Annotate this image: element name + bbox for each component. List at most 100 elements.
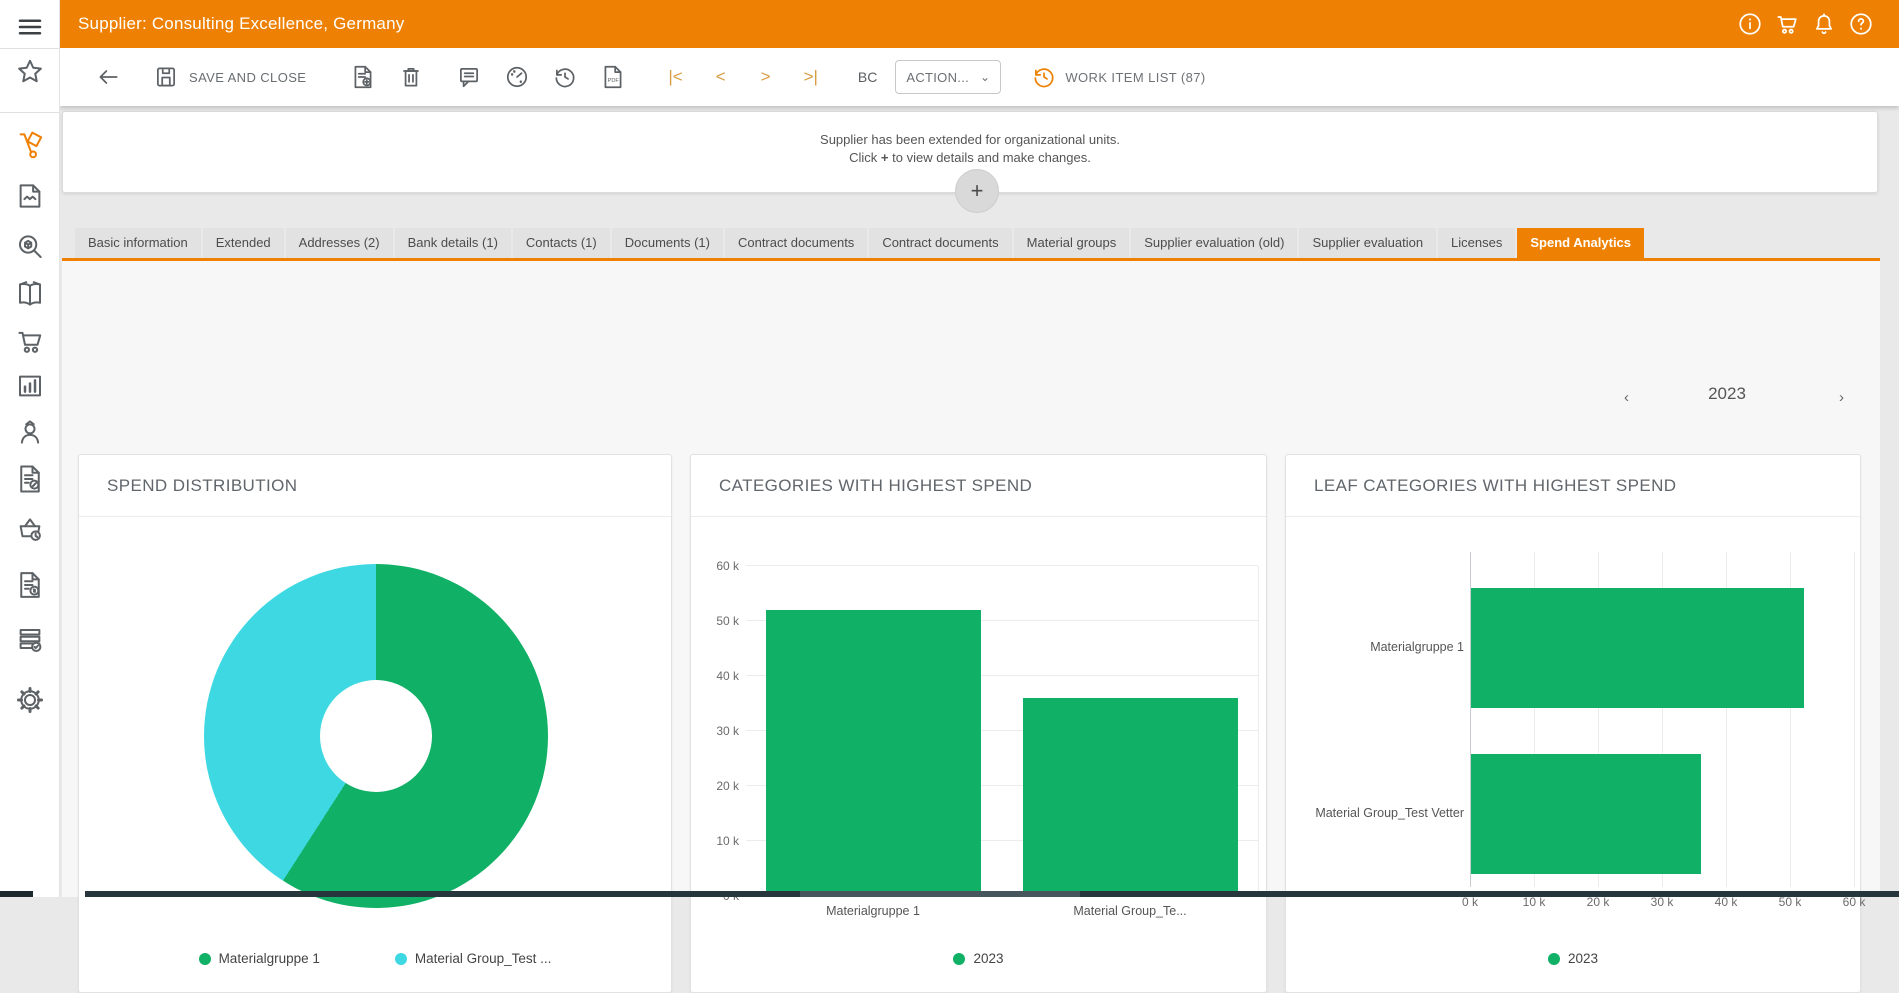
bottom-strip-left: [0, 891, 33, 897]
year-next-button[interactable]: ›: [1839, 389, 1844, 406]
legend-item[interactable]: Material Group_Test ...: [395, 951, 552, 966]
tab-licenses[interactable]: Licenses: [1438, 228, 1515, 258]
banner-line2: Click + to view details and make changes…: [63, 150, 1877, 165]
catalog-book-icon[interactable]: [15, 279, 45, 309]
comment-icon[interactable]: [456, 64, 482, 90]
gridline: [1854, 552, 1855, 887]
y-tick-label: 30 k: [699, 724, 739, 738]
tab-bar: Basic informationExtendedAddresses (2)Ba…: [75, 228, 1644, 258]
pdf-icon[interactable]: PDF: [600, 64, 626, 90]
contract-handshake-icon[interactable]: [15, 181, 45, 211]
item-search-icon[interactable]: [15, 232, 45, 262]
year-label: 2023: [1687, 384, 1767, 404]
x-category-label: Materialgruppe 1: [743, 904, 1003, 918]
document-add-icon[interactable]: [350, 64, 376, 90]
legend-label: 2023: [1568, 951, 1598, 966]
tab-bank-details-1-[interactable]: Bank details (1): [395, 228, 511, 258]
legend-dot: [1548, 953, 1560, 965]
legend-item[interactable]: Materialgruppe 1: [199, 951, 320, 966]
year-prev-button[interactable]: ‹: [1624, 389, 1629, 406]
shopping-cart-icon[interactable]: [1774, 11, 1800, 37]
bc-label: BC: [858, 69, 877, 85]
x-tick-label: 60 k: [1829, 895, 1879, 909]
y-tick-label: 50 k: [699, 614, 739, 628]
card-title: LEAF CATEGORIES WITH HIGHEST SPEND: [1286, 455, 1860, 517]
toolbar: SAVE AND CLOSE PDF |< < > >| BC ACTION..…: [60, 48, 1899, 106]
bar-chart-plot: 0 k10 k20 k30 k40 k50 k60 kMaterialgrupp…: [746, 566, 1259, 896]
work-item-clock-icon[interactable]: [1031, 64, 1057, 90]
gridline: [746, 565, 1258, 566]
legend-label: 2023: [973, 951, 1003, 966]
list-approved-icon[interactable]: [15, 625, 45, 655]
hbar-chart-plot: 0 k10 k20 k30 k40 k50 k60 k: [1470, 552, 1854, 887]
nav-first-button[interactable]: |<: [668, 67, 682, 87]
spend-distribution-card: SPEND DISTRIBUTION Materialgruppe 1Mater…: [78, 454, 672, 993]
bar-material-group-te-: [1023, 698, 1238, 896]
y-tick-label: 20 k: [699, 779, 739, 793]
save-and-close-button[interactable]: SAVE AND CLOSE: [189, 70, 306, 85]
chevron-down-icon: ⌄: [980, 70, 990, 84]
x-tick-label: 10 k: [1509, 895, 1559, 909]
document-paragraph-icon[interactable]: [15, 570, 45, 600]
gauge-icon[interactable]: [504, 64, 530, 90]
save-icon[interactable]: [153, 64, 179, 90]
tab-addresses-2-[interactable]: Addresses (2): [286, 228, 393, 258]
delete-trash-icon[interactable]: [398, 64, 424, 90]
donut-chart: [204, 564, 548, 908]
order-basket-clock-icon[interactable]: [15, 515, 45, 545]
page-title: Supplier: Consulting Excellence, Germany: [78, 0, 404, 48]
settings-gear-icon[interactable]: [15, 685, 45, 715]
help-icon[interactable]: [1848, 11, 1874, 37]
work-item-list-button[interactable]: WORK ITEM LIST (87): [1065, 70, 1205, 85]
tab-contract-documents[interactable]: Contract documents: [869, 228, 1011, 258]
tab-spend-analytics[interactable]: Spend Analytics: [1517, 228, 1644, 258]
banner-line1: Supplier has been extended for organizat…: [63, 132, 1877, 147]
tab-extended[interactable]: Extended: [203, 228, 284, 258]
legend-label: Material Group_Test ...: [415, 951, 552, 966]
info-icon[interactable]: [1737, 11, 1763, 37]
favorites-star-icon[interactable]: [15, 57, 45, 87]
menu-icon[interactable]: [15, 12, 45, 42]
hbar-chart-legend: 2023: [1286, 951, 1860, 966]
legend-item[interactable]: 2023: [1548, 951, 1598, 966]
user-icon[interactable]: [15, 417, 45, 447]
invoice-percent-icon[interactable]: [15, 464, 45, 494]
legend-dot: [395, 953, 407, 965]
card-title: CATEGORIES WITH HIGHEST SPEND: [691, 455, 1266, 517]
tab-material-groups[interactable]: Material groups: [1014, 228, 1130, 258]
x-tick-label: 30 k: [1637, 895, 1687, 909]
category-label: Material Group_Test Vetter: [1292, 806, 1464, 820]
shopping-cart-side-icon[interactable]: [15, 326, 45, 356]
legend-label: Materialgruppe 1: [219, 951, 320, 966]
svg-text:PDF: PDF: [608, 78, 620, 84]
supplier-handtruck-icon[interactable]: [15, 130, 45, 160]
y-tick-label: 10 k: [699, 834, 739, 848]
categories-highest-spend-card: CATEGORIES WITH HIGHEST SPEND 0 k10 k20 …: [690, 454, 1267, 993]
tab-contacts-1-[interactable]: Contacts (1): [513, 228, 610, 258]
tab-basic-information[interactable]: Basic information: [75, 228, 201, 258]
legend-item[interactable]: 2023: [953, 951, 1003, 966]
bar-chart-legend: 2023: [691, 951, 1266, 966]
tab-contract-documents[interactable]: Contract documents: [725, 228, 867, 258]
statistics-chart-icon[interactable]: [15, 371, 45, 401]
history-icon[interactable]: [552, 64, 578, 90]
x-tick-label: 50 k: [1765, 895, 1815, 909]
action-dropdown[interactable]: ACTION... ⌄: [895, 60, 1001, 94]
nav-last-button[interactable]: >|: [804, 67, 818, 87]
y-tick-label: 40 k: [699, 669, 739, 683]
y-tick-label: 60 k: [699, 559, 739, 573]
x-tick-label: 40 k: [1701, 895, 1751, 909]
legend-dot: [199, 953, 211, 965]
tab-supplier-evaluation-old-[interactable]: Supplier evaluation (old): [1131, 228, 1297, 258]
expand-plus-button[interactable]: +: [955, 169, 999, 213]
tab-documents-1-[interactable]: Documents (1): [612, 228, 723, 258]
bar-materialgruppe-1: [766, 610, 981, 896]
tab-supplier-evaluation[interactable]: Supplier evaluation: [1299, 228, 1436, 258]
leaf-categories-highest-spend-card: LEAF CATEGORIES WITH HIGHEST SPEND 0 k10…: [1285, 454, 1861, 993]
back-arrow-icon[interactable]: [95, 64, 121, 90]
bar-material-group-test-vetter: [1471, 754, 1701, 874]
nav-prev-button[interactable]: <: [716, 67, 726, 87]
legend-dot: [953, 953, 965, 965]
nav-next-button[interactable]: >: [761, 67, 771, 87]
notifications-bell-icon[interactable]: [1811, 11, 1837, 37]
